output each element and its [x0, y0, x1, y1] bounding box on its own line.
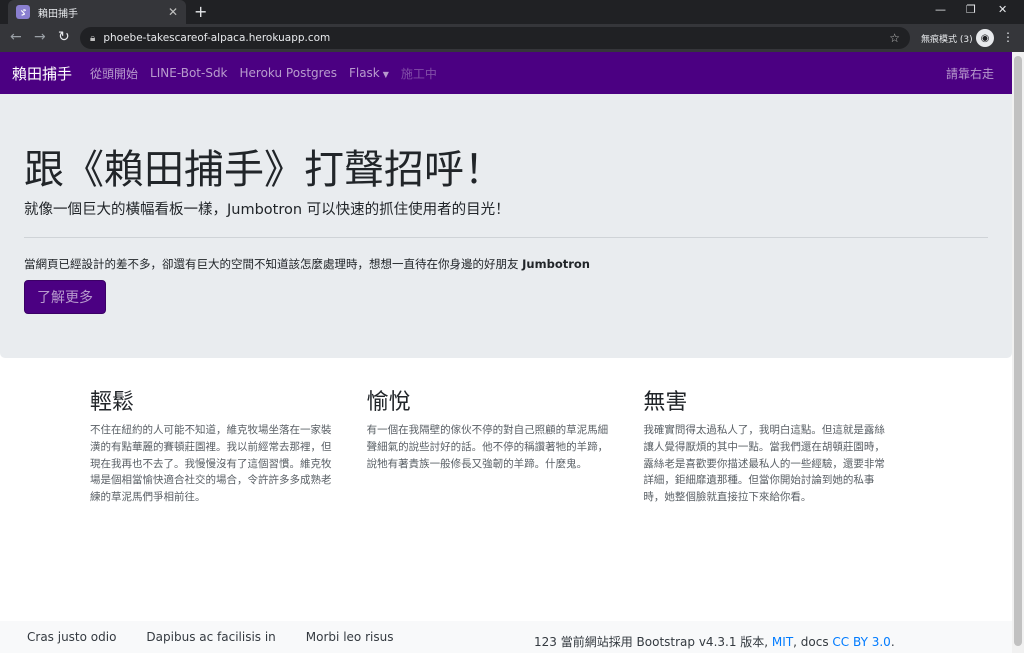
footer-link[interactable]: Dapibus ac facilisis in [146, 630, 275, 644]
alpaca-favicon-icon: ゞ [16, 5, 30, 19]
feature-column: 無害 我確實問得太過私人了，我明白這點。但這就是露絲讓人覺得厭煩的其中一點。當我… [643, 384, 920, 506]
feature-heading: 愉悅 [366, 390, 411, 415]
nav-link-right[interactable]: 請靠右走 [946, 65, 994, 82]
page-scrollbar[interactable] [1012, 52, 1024, 653]
feature-heading: 無害 [643, 390, 688, 415]
learn-more-button[interactable]: 了解更多 [24, 280, 106, 314]
jumbotron: 跟《賴田捕手》打聲招呼！ 就像一個巨大的橫幅看板一樣，Jumbotron 可以快… [0, 94, 1012, 358]
back-icon[interactable]: ← [10, 29, 22, 45]
tab-title: 賴田捕手 [38, 8, 78, 20]
site-footer: Cras justo odio Dapibus ac facilisis in … [0, 621, 1012, 653]
feature-heading: 輕鬆 [90, 390, 135, 415]
nav-link-heroku-postgres[interactable]: Heroku Postgres [240, 66, 337, 80]
new-tab-button[interactable]: + [194, 2, 207, 21]
site-navbar: 賴田捕手 從頭開始 LINE-Bot-Sdk Heroku Postgres F… [0, 52, 1012, 94]
nav-link-line-bot-sdk[interactable]: LINE-Bot-Sdk [150, 66, 227, 80]
navbar-brand[interactable]: 賴田捕手 [12, 63, 72, 84]
jumbotron-body-bold: Jumbotron [522, 257, 590, 271]
bookmark-star-icon[interactable]: ☆ [889, 31, 900, 45]
feature-text: 有一個在我隔壁的傢伙不停的對自己照顧的草泥馬細聲細氣的說些討好的話。他不停的稱讚… [366, 424, 609, 470]
incognito-label: 無痕模式 (3) [921, 35, 973, 45]
jumbotron-body: 當網頁已經設計的差不多，卻還有巨大的空間不知道該怎麼處理時，想想一直待在你身邊的… [24, 256, 988, 272]
nav-link-under-construction: 施工中 [400, 66, 437, 81]
browser-toolbar: ← → ↻ 🔒︎ phoebe-takescareof-alpaca.herok… [0, 24, 1024, 52]
feature-text: 不住在紐約的人可能不知道，維克牧場坐落在一家裝潢的有點華麗的賽頓莊園裡。我以前經… [90, 424, 332, 504]
tab-strip: ゞ 賴田捕手 ✕ + — ❐ ✕ [0, 0, 1024, 24]
jumbotron-title: 跟《賴田捕手》打聲招呼！ [24, 147, 504, 193]
address-bar[interactable]: 🔒︎ phoebe-takescareof-alpaca.herokuapp.c… [80, 27, 910, 49]
nav-dropdown-flask[interactable]: Flask ▼ [349, 66, 389, 80]
jumbotron-body-text: 當網頁已經設計的差不多，卻還有巨大的空間不知道該怎麼處理時，想想一直待在你身邊的… [24, 257, 523, 271]
footer-note: 123 當前網站採用 Bootstrap v4.3.1 版本, MIT, doc… [534, 633, 895, 650]
url-text: phoebe-takescareof-alpaca.herokuapp.com [103, 32, 331, 44]
window-close-icon[interactable]: ✕ [998, 3, 1007, 16]
cc-license-link[interactable]: CC BY 3.0 [832, 635, 890, 649]
feature-text: 我確實問得太過私人了，我明白這點。但這就是露絲讓人覺得厭煩的其中一點。當我們還在… [643, 424, 885, 504]
restore-icon[interactable]: ❐ [966, 3, 976, 16]
reload-icon[interactable]: ↻ [58, 29, 70, 45]
footer-link[interactable]: Cras justo odio [27, 630, 116, 644]
nav-dropdown-flask-label: Flask [348, 66, 380, 80]
lock-icon: 🔒︎ [90, 32, 96, 44]
feature-column: 輕鬆 不住在紐約的人可能不知道，維克牧場坐落在一家裝潢的有點華麗的賽頓莊園裡。我… [90, 384, 367, 506]
browser-tab[interactable]: ゞ 賴田捕手 ✕ [8, 0, 186, 24]
feature-columns: 輕鬆 不住在紐約的人可能不知道，維克牧場坐落在一家裝潢的有點華麗的賽頓莊園裡。我… [90, 384, 920, 506]
mit-license-link[interactable]: MIT [772, 635, 793, 649]
footer-note-mid: , docs [793, 635, 833, 649]
forward-icon[interactable]: → [34, 29, 46, 45]
browser-chrome: ゞ 賴田捕手 ✕ + — ❐ ✕ ← → ↻ 🔒︎ phoebe-takesca… [0, 0, 1024, 52]
nav-link-home[interactable]: 從頭開始 [90, 65, 138, 82]
incognito-icon[interactable]: ◉ [976, 29, 994, 47]
footer-note-end: . [890, 635, 895, 649]
minimize-icon[interactable]: — [935, 3, 946, 16]
caret-down-icon: ▼ [382, 70, 389, 79]
footer-note-text: 123 當前網站採用 Bootstrap v4.3.1 版本, [534, 635, 772, 649]
feature-column: 愉悅 有一個在我隔壁的傢伙不停的對自己照顧的草泥馬細聲細氣的說些討好的話。他不停… [367, 384, 644, 506]
divider [24, 237, 988, 238]
jumbotron-lead: 就像一個巨大的橫幅看板一樣，Jumbotron 可以快速的抓住使用者的目光！ [24, 202, 510, 218]
scrollbar-thumb[interactable] [1014, 56, 1022, 646]
footer-link[interactable]: Morbi leo risus [306, 630, 394, 644]
browser-menu-icon[interactable]: ⋮ [1002, 30, 1014, 44]
tab-close-icon[interactable]: ✕ [168, 5, 178, 19]
